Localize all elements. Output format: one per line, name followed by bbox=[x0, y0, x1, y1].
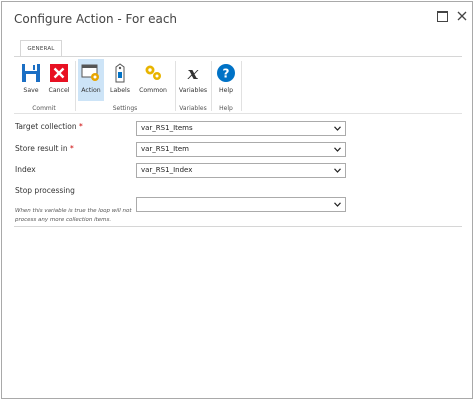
stop-processing-note: When this variable is true the loop will… bbox=[15, 208, 132, 223]
store-result-select[interactable]: var_RS1_Item bbox=[136, 142, 346, 157]
group-label-commit: Commit bbox=[32, 105, 56, 112]
variable-x-icon: x bbox=[187, 63, 199, 83]
cancel-label: Cancel bbox=[48, 87, 70, 94]
labels-label: Labels bbox=[110, 87, 130, 94]
ribbon-separator bbox=[241, 61, 242, 111]
action-settings-icon bbox=[81, 64, 99, 81]
common-label: Common bbox=[139, 87, 167, 94]
cancel-button[interactable]: Cancel bbox=[45, 59, 73, 101]
common-button[interactable]: Common bbox=[136, 59, 170, 101]
index-label: Index bbox=[15, 165, 36, 174]
group-label-settings: Settings bbox=[112, 105, 138, 112]
action-button[interactable]: Action bbox=[78, 59, 104, 101]
action-label: Action bbox=[81, 87, 101, 94]
ribbon: Save Cancel Commit Action Labels Common … bbox=[14, 56, 462, 114]
group-label-variables: Variables bbox=[179, 105, 207, 112]
cancel-icon bbox=[50, 64, 68, 82]
variables-button[interactable]: x Variables bbox=[177, 59, 209, 101]
svg-text:x: x bbox=[187, 63, 199, 83]
gears-icon bbox=[145, 65, 161, 80]
label-tag-icon bbox=[115, 63, 125, 83]
ribbon-group-variables: x Variables Variables bbox=[176, 57, 210, 114]
required-marker: * bbox=[78, 122, 83, 131]
group-label-help: Help bbox=[219, 105, 233, 112]
ribbon-group-settings: Action Labels Common Settings bbox=[76, 57, 174, 114]
stop-processing-select[interactable] bbox=[136, 197, 346, 212]
form-divider bbox=[14, 226, 462, 227]
stop-processing-label: Stop processing bbox=[15, 186, 75, 195]
help-label: Help bbox=[218, 87, 234, 94]
tab-general[interactable]: GENERAL bbox=[20, 40, 62, 57]
configure-action-dialog: Configure Action - For each GENERAL Save bbox=[1, 1, 473, 399]
maximize-icon[interactable] bbox=[436, 10, 448, 22]
target-collection-label: Target collection * bbox=[15, 122, 83, 131]
chevron-down-icon bbox=[334, 202, 341, 207]
target-collection-select[interactable]: var_RS1_Items bbox=[136, 121, 346, 136]
chevron-down-icon bbox=[334, 168, 341, 173]
variables-label: Variables bbox=[178, 87, 208, 94]
labels-button[interactable]: Labels bbox=[107, 59, 133, 101]
save-label: Save bbox=[23, 87, 39, 94]
svg-text:?: ? bbox=[223, 67, 230, 81]
store-result-label: Store result in * bbox=[15, 144, 74, 153]
save-button[interactable]: Save bbox=[18, 59, 44, 101]
chevron-down-icon bbox=[334, 147, 341, 152]
index-select[interactable]: var_RS1_Index bbox=[136, 163, 346, 178]
chevron-down-icon bbox=[334, 126, 341, 131]
ribbon-group-commit: Save Cancel Commit bbox=[14, 57, 74, 114]
dialog-title: Configure Action - For each bbox=[14, 12, 178, 26]
required-marker: * bbox=[70, 144, 74, 153]
save-icon bbox=[22, 64, 40, 82]
help-button[interactable]: ? Help bbox=[214, 59, 238, 101]
close-icon[interactable] bbox=[456, 10, 468, 22]
help-icon: ? bbox=[217, 64, 235, 82]
ribbon-group-help: ? Help Help bbox=[212, 57, 240, 114]
